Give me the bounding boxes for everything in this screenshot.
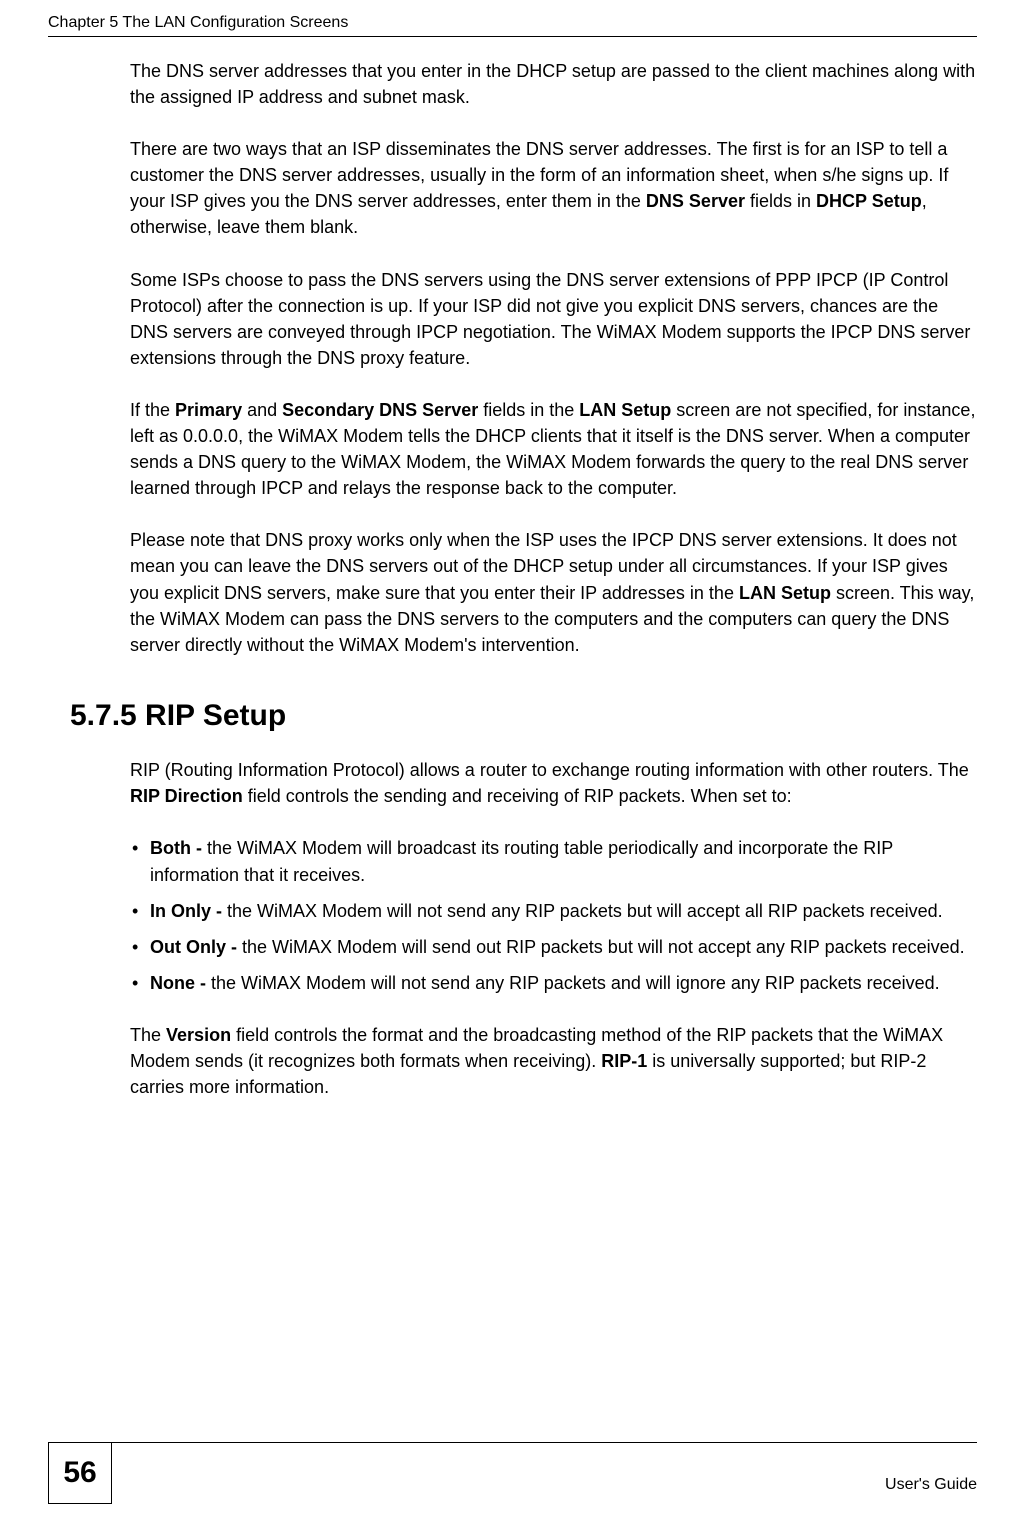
body-text: The xyxy=(130,1025,166,1045)
footer: 56 User's Guide xyxy=(48,1442,977,1498)
body-text: The DNS server addresses that you enter … xyxy=(130,61,975,107)
bold-text: DNS Server xyxy=(646,191,745,211)
bold-text: RIP Direction xyxy=(130,786,243,806)
paragraph: The Version field controls the format an… xyxy=(130,1022,977,1100)
paragraph: The DNS server addresses that you enter … xyxy=(130,58,977,110)
bold-text: LAN Setup xyxy=(579,400,671,420)
bullet-text: the WiMAX Modem will broadcast its routi… xyxy=(150,838,893,884)
footer-label: User's Guide xyxy=(885,1476,977,1494)
chapter-header: Chapter 5 The LAN Configuration Screens xyxy=(48,14,977,32)
header-rule xyxy=(48,36,977,37)
bold-text: Primary xyxy=(175,400,242,420)
footer-rule xyxy=(48,1442,977,1443)
list-item: In Only - the WiMAX Modem will not send … xyxy=(130,898,977,924)
paragraph: Some ISPs choose to pass the DNS servers… xyxy=(130,267,977,371)
bullet-label: In Only - xyxy=(150,901,222,921)
list-item: Out Only - the WiMAX Modem will send out… xyxy=(130,934,977,960)
paragraph: If the Primary and Secondary DNS Server … xyxy=(130,397,977,501)
bullet-text: the WiMAX Modem will send out RIP packet… xyxy=(237,937,965,957)
body-text: field controls the sending and receiving… xyxy=(243,786,792,806)
page-number-box: 56 xyxy=(48,1442,112,1504)
bullet-label: Both - xyxy=(150,838,202,858)
list-item: Both - the WiMAX Modem will broadcast it… xyxy=(130,835,977,887)
body-text: fields in xyxy=(745,191,816,211)
bold-text: Version xyxy=(166,1025,231,1045)
body-text: Some ISPs choose to pass the DNS servers… xyxy=(130,270,970,368)
body-text: fields in the xyxy=(478,400,579,420)
page: Chapter 5 The LAN Configuration Screens … xyxy=(0,0,1025,1524)
paragraph: Please note that DNS proxy works only wh… xyxy=(130,527,977,657)
body-text: If the xyxy=(130,400,175,420)
chapter-title: Chapter 5 The LAN Configuration Screens xyxy=(48,14,348,31)
list-item: None - the WiMAX Modem will not send any… xyxy=(130,970,977,996)
paragraph: RIP (Routing Information Protocol) allow… xyxy=(130,757,977,809)
bold-text: LAN Setup xyxy=(739,583,831,603)
body-text: RIP (Routing Information Protocol) allow… xyxy=(130,760,969,780)
section-heading: 5.7.5 RIP Setup xyxy=(70,694,977,738)
page-number: 56 xyxy=(63,1456,96,1490)
bullet-list: Both - the WiMAX Modem will broadcast it… xyxy=(130,835,977,995)
bullet-label: None - xyxy=(150,973,206,993)
bullet-text: the WiMAX Modem will not send any RIP pa… xyxy=(206,973,940,993)
body-text: and xyxy=(242,400,282,420)
content-area: The DNS server addresses that you enter … xyxy=(130,58,977,1126)
bullet-text: the WiMAX Modem will not send any RIP pa… xyxy=(222,901,943,921)
bullet-label: Out Only - xyxy=(150,937,237,957)
bold-text: DHCP Setup xyxy=(816,191,922,211)
bold-text: RIP-1 xyxy=(601,1051,647,1071)
bold-text: Secondary DNS Server xyxy=(282,400,478,420)
paragraph: There are two ways that an ISP dissemina… xyxy=(130,136,977,240)
